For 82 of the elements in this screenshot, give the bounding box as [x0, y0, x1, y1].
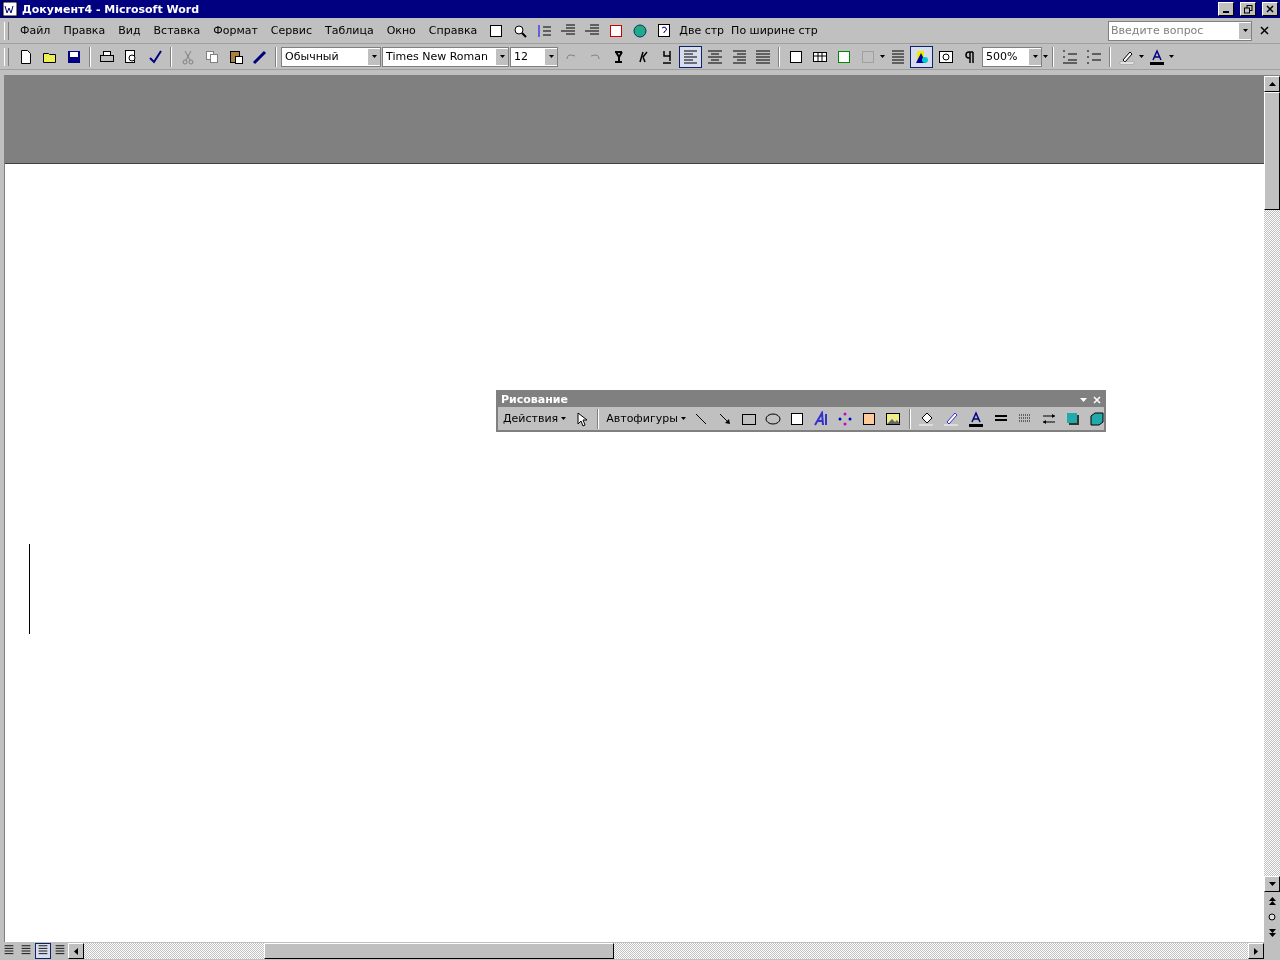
view-button[interactable]	[35, 943, 51, 959]
justify-icon	[754, 48, 771, 65]
left-arrow-icon	[74, 947, 78, 955]
menu-item[interactable]: Окно	[380, 22, 422, 39]
browse-object-button[interactable]	[1265, 910, 1279, 924]
close-icon	[1266, 5, 1274, 13]
menu-item[interactable]: Файл	[14, 22, 57, 39]
menu-item[interactable]: Вставка	[147, 22, 207, 39]
toolbar-text-button[interactable]: Две стр	[676, 22, 728, 39]
copy-icon	[203, 48, 220, 65]
dropdown-button[interactable]	[1239, 22, 1251, 39]
shadow-square-icon	[1065, 410, 1082, 427]
scroll-up-button[interactable]	[1264, 76, 1280, 92]
scrollbar-thumb[interactable]	[1264, 92, 1280, 210]
font-color-icon	[968, 410, 985, 427]
line-spacing-icon	[535, 22, 552, 39]
font-combo[interactable]: Times New Roman	[382, 46, 509, 67]
close-button[interactable]	[1262, 2, 1278, 16]
align-center-icon	[706, 48, 723, 65]
scissors-icon	[179, 48, 196, 65]
help-icon	[655, 22, 672, 39]
clipboard-icon	[227, 48, 244, 65]
dropdown-arrow-icon	[1169, 55, 1174, 58]
restore-button[interactable]	[1240, 2, 1256, 16]
dropdown-arrow-icon	[1139, 55, 1144, 58]
autoshapes-menu[interactable]: Автофигуры	[603, 410, 689, 427]
drawing-button[interactable]	[910, 45, 933, 68]
oval-icon	[765, 410, 782, 427]
dropdown-arrow-icon	[1080, 397, 1087, 402]
dropdown-arrow-icon	[880, 55, 885, 58]
down-arrow-icon	[1268, 882, 1276, 886]
menu-item[interactable]: Формат	[207, 22, 264, 39]
globe-icon	[631, 22, 648, 39]
dropdown-arrow-icon	[548, 55, 554, 58]
brush-icon	[251, 48, 268, 65]
wordart-icon	[813, 410, 830, 427]
close-icon	[1093, 395, 1101, 404]
actions-menu[interactable]: Действия	[500, 410, 570, 427]
right-arrow-icon	[1254, 947, 1258, 955]
close-icon	[1260, 26, 1269, 35]
shapes-icon	[913, 48, 930, 65]
restore-icon	[1243, 4, 1253, 14]
menu-item[interactable]: Сервис	[264, 22, 318, 39]
menu-item[interactable]: Правка	[57, 22, 112, 39]
double-up-arrow-icon	[1268, 897, 1276, 905]
pen-icon	[943, 410, 960, 427]
scroll-down-button[interactable]	[1264, 876, 1280, 892]
align-right-icon	[730, 48, 747, 65]
help-search-box[interactable]: Введите вопрос	[1108, 20, 1252, 41]
text-box-icon	[789, 410, 806, 427]
scroll-left-button[interactable]	[68, 943, 84, 959]
border-grid-icon	[859, 48, 876, 65]
numbered-list-icon	[1061, 48, 1078, 65]
dropdown-arrow-icon	[499, 55, 505, 58]
zoom-combo[interactable]: 500%	[982, 46, 1042, 67]
toolbar-text-button[interactable]: По ширине стр	[728, 22, 821, 39]
checkmark-icon	[146, 48, 163, 65]
bulleted-list-icon	[1085, 48, 1102, 65]
columns-icon	[889, 48, 906, 65]
dropdown-arrow-icon	[561, 417, 567, 420]
menu-item[interactable]: Таблица	[318, 22, 380, 39]
circle-dots-icon	[837, 410, 854, 427]
dropdown-arrow-icon	[371, 55, 377, 58]
picture-icon	[885, 410, 902, 427]
window-title: Документ4 - Microsoft Word	[22, 2, 201, 16]
toolbar-title: Рисование	[501, 393, 569, 406]
align-left-icon	[682, 48, 699, 65]
menu-item[interactable]: Вид	[112, 22, 147, 39]
dropdown-arrow-icon	[680, 417, 686, 420]
double-down-arrow-icon	[1268, 929, 1276, 937]
menu-item[interactable]: Справка	[422, 22, 484, 39]
style-combo[interactable]: Обычный	[281, 46, 381, 67]
scrollbar-thumb[interactable]	[264, 943, 614, 959]
circle-icon	[1268, 913, 1276, 921]
up-arrow-icon	[1268, 82, 1276, 86]
scroll-right-button[interactable]	[1248, 943, 1264, 959]
align-button[interactable]	[679, 45, 702, 68]
cube-icon	[1089, 410, 1106, 427]
dropdown-arrow-icon	[1242, 29, 1248, 32]
font-color-icon	[1148, 48, 1165, 65]
font-size-combo[interactable]: 12	[510, 46, 558, 67]
minimize-button[interactable]	[1218, 2, 1234, 16]
